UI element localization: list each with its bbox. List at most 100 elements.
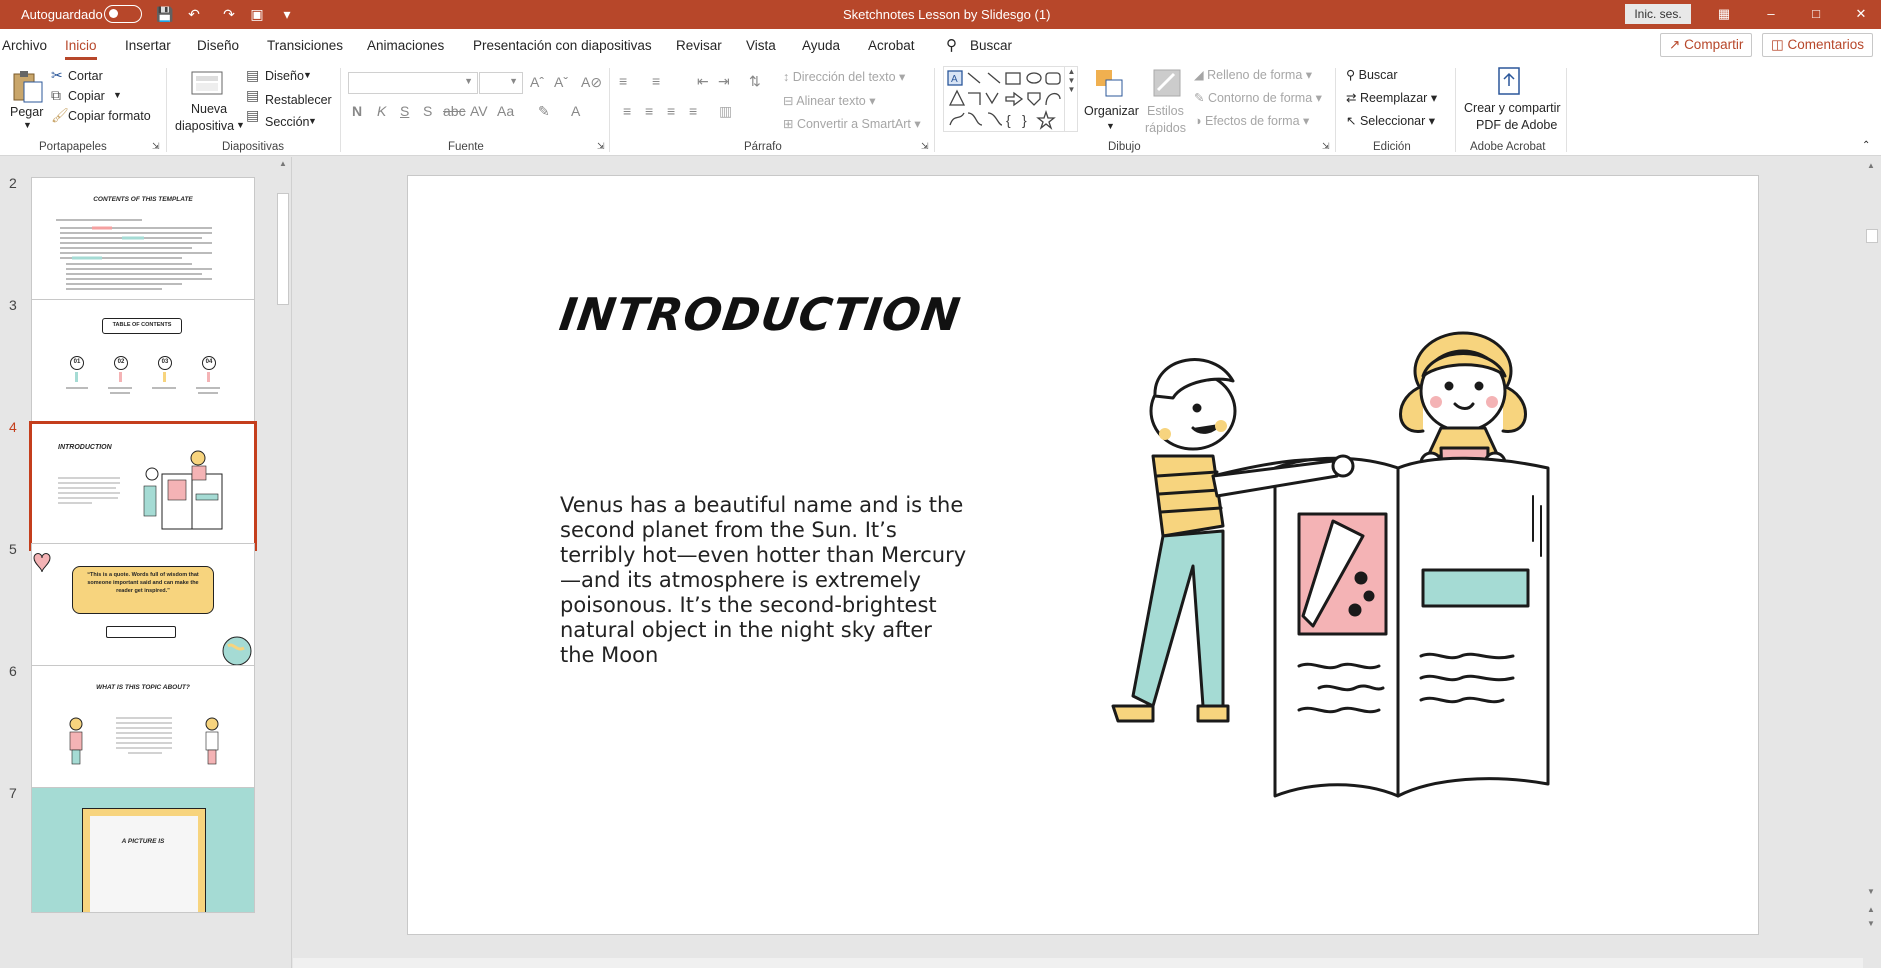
redo-icon[interactable]: ↷ [220,5,238,23]
font-family-select[interactable]: ▼ [348,72,478,94]
shape-effects-button[interactable]: ◑ Efectos de forma ▾ [1194,113,1309,128]
comments-button[interactable]: ◫ Comentarios [1762,33,1874,57]
paragraph-launcher-icon[interactable]: ⇲ [921,141,929,152]
previous-slide-icon[interactable]: ▲ [1867,905,1875,914]
maximize-icon[interactable]: □ [1806,4,1826,24]
shapes-gallery[interactable]: A {} ▲ ▼ ▼ [943,66,1078,132]
tab-archivo[interactable]: Archivo [2,38,47,53]
copy-dropdown-icon[interactable]: ▼ [113,90,122,100]
font-launcher-icon[interactable]: ⇲ [597,141,605,152]
clipboard-launcher-icon[interactable]: ⇲ [152,141,160,152]
highlight-icon[interactable]: ✎ [538,103,550,120]
shape-fill-button[interactable]: ◢ Relleno de forma ▾ [1194,67,1312,82]
scroll-up-icon[interactable]: ▲ [1867,161,1875,170]
tab-animaciones[interactable]: Animaciones [367,38,444,53]
font-color-icon[interactable]: A [571,103,580,119]
tab-revisar[interactable]: Revisar [676,38,722,53]
quick-styles-button[interactable]: Estilos rápidos [1143,66,1191,138]
justify-icon[interactable]: ≡ [689,103,697,119]
columns-icon[interactable]: ▥ [719,103,732,120]
section-button[interactable]: Sección [265,115,309,129]
text-direction-button[interactable]: ↕ Dirección del texto ▾ [783,69,905,84]
new-slide-button[interactable]: Nueva diapositiva ▼ [173,64,245,138]
next-slide-icon[interactable]: ▼ [1867,919,1875,928]
clear-format-icon[interactable]: A⊘ [581,74,602,91]
bullets-icon[interactable]: ≡ [619,73,627,89]
slide-body-text[interactable]: Venus has a beautiful name and is the se… [560,493,970,668]
share-button[interactable]: ↗ Compartir [1660,33,1753,57]
tab-diseno[interactable]: Diseño [197,38,239,53]
change-case-icon[interactable]: Aa [497,103,514,119]
ribbon-display-icon[interactable]: ▦ [1714,4,1734,24]
find-button[interactable]: ⚲ Buscar [1346,67,1398,82]
decrease-indent-icon[interactable]: ⇤ [697,73,709,90]
tab-insertar[interactable]: Insertar [125,38,171,53]
text-direction-label: Dirección del texto [792,70,896,84]
tab-presentacion[interactable]: Presentación con diapositivas [473,38,652,53]
tab-ayuda[interactable]: Ayuda [802,38,840,53]
align-center-icon[interactable]: ≡ [645,103,653,119]
replace-button[interactable]: ⇄ Reemplazar ▾ [1346,90,1437,105]
thumbnail-scrollbar-thumb[interactable] [277,193,289,305]
layout-button[interactable]: Diseño [265,69,304,83]
line-spacing-icon[interactable]: ⇅ [749,73,761,90]
scroll-down-icon[interactable]: ▼ [1867,887,1875,896]
bold-icon[interactable]: N [352,103,362,119]
copy-icon: ⧉ [51,87,61,103]
layout-dropdown-icon[interactable]: ▼ [303,70,312,80]
smartart-button[interactable]: ⊞ Convertir a SmartArt ▾ [783,116,921,131]
slide-thumbnail-5[interactable]: “This is a quote. Words full of wisdom t… [31,543,255,669]
present-icon[interactable]: ▣ [248,5,266,23]
copy-button[interactable]: Copiar [68,89,105,103]
numbering-icon[interactable]: ≡ [652,73,660,89]
shrink-font-icon[interactable]: Aˇ [554,74,568,90]
italic-icon[interactable]: K [377,103,386,119]
spacing-icon[interactable]: AV [470,103,488,119]
align-text-button[interactable]: ⊟ Alinear texto ▾ [783,93,876,108]
slide[interactable]: INTRODUCTION Venus has a beautiful name … [407,175,1759,935]
increase-indent-icon[interactable]: ⇥ [718,73,730,90]
close-icon[interactable]: ✕ [1851,4,1871,24]
paste-button[interactable]: Pegar ▼ [8,66,46,136]
collapse-ribbon-icon[interactable]: ⌃ [1862,140,1870,151]
save-icon[interactable]: 💾 [156,5,174,23]
search-box[interactable]: Buscar [970,38,1012,53]
reset-button[interactable]: Restablecer [265,93,332,107]
minimize-icon[interactable]: – [1761,4,1781,24]
create-pdf-button[interactable]: Crear y compartir PDF de Adobe [1460,64,1561,138]
tab-inicio[interactable]: Inicio [65,38,97,60]
shadow-icon[interactable]: S [423,103,432,119]
drawing-launcher-icon[interactable]: ⇲ [1322,141,1330,152]
slide-title[interactable]: INTRODUCTION [556,288,964,341]
slide-thumbnail-2[interactable]: CONTENTS OF THIS TEMPLATE [31,177,255,303]
customize-qat-icon[interactable]: ▾ [278,5,296,23]
tab-acrobat[interactable]: Acrobat [868,38,915,53]
slide-scrollbar-thumb[interactable] [1866,229,1878,243]
align-right-icon[interactable]: ≡ [667,103,675,119]
cut-button[interactable]: Cortar [68,69,103,83]
section-dropdown-icon[interactable]: ▼ [308,116,317,126]
undo-icon[interactable]: ↶ [185,5,203,23]
grow-font-icon[interactable]: Aˆ [530,74,544,90]
slide-thumbnail-4[interactable]: INTRODUCTION [29,421,257,551]
slide-thumbnail-6[interactable]: WHAT IS THIS TOPIC ABOUT? [31,665,255,791]
search-icon[interactable]: ⚲ [946,36,957,54]
select-button[interactable]: ↖ Seleccionar ▾ [1346,113,1435,128]
autosave-toggle[interactable] [104,5,142,23]
arrange-button[interactable]: Organizar ▼ [1082,66,1139,138]
slide-scrollbar[interactable]: ▲ ▼ ▲ ▼ [1863,157,1881,968]
tab-transiciones[interactable]: Transiciones [267,38,343,53]
align-left-icon[interactable]: ≡ [623,103,631,119]
tab-vista[interactable]: Vista [746,38,776,53]
shapes-scroll[interactable]: ▲ ▼ ▼ [1064,67,1078,131]
sign-in-button[interactable]: Inic. ses. [1625,4,1691,24]
shape-outline-button[interactable]: ✎ Contorno de forma ▾ [1194,90,1322,105]
strikethrough-icon[interactable]: abc [443,103,466,119]
format-painter-button[interactable]: Copiar formato [68,109,151,123]
arrange-icon [1096,70,1123,97]
slide-thumbnail-3[interactable]: TABLE OF CONTENTS 01 02 03 04 [31,299,255,425]
slide-thumbnail-7[interactable]: A PICTURE IS [31,787,255,913]
font-size-select[interactable]: ▼ [479,72,523,94]
scroll-up-icon[interactable]: ▲ [279,159,287,168]
underline-icon[interactable]: S [400,103,409,119]
